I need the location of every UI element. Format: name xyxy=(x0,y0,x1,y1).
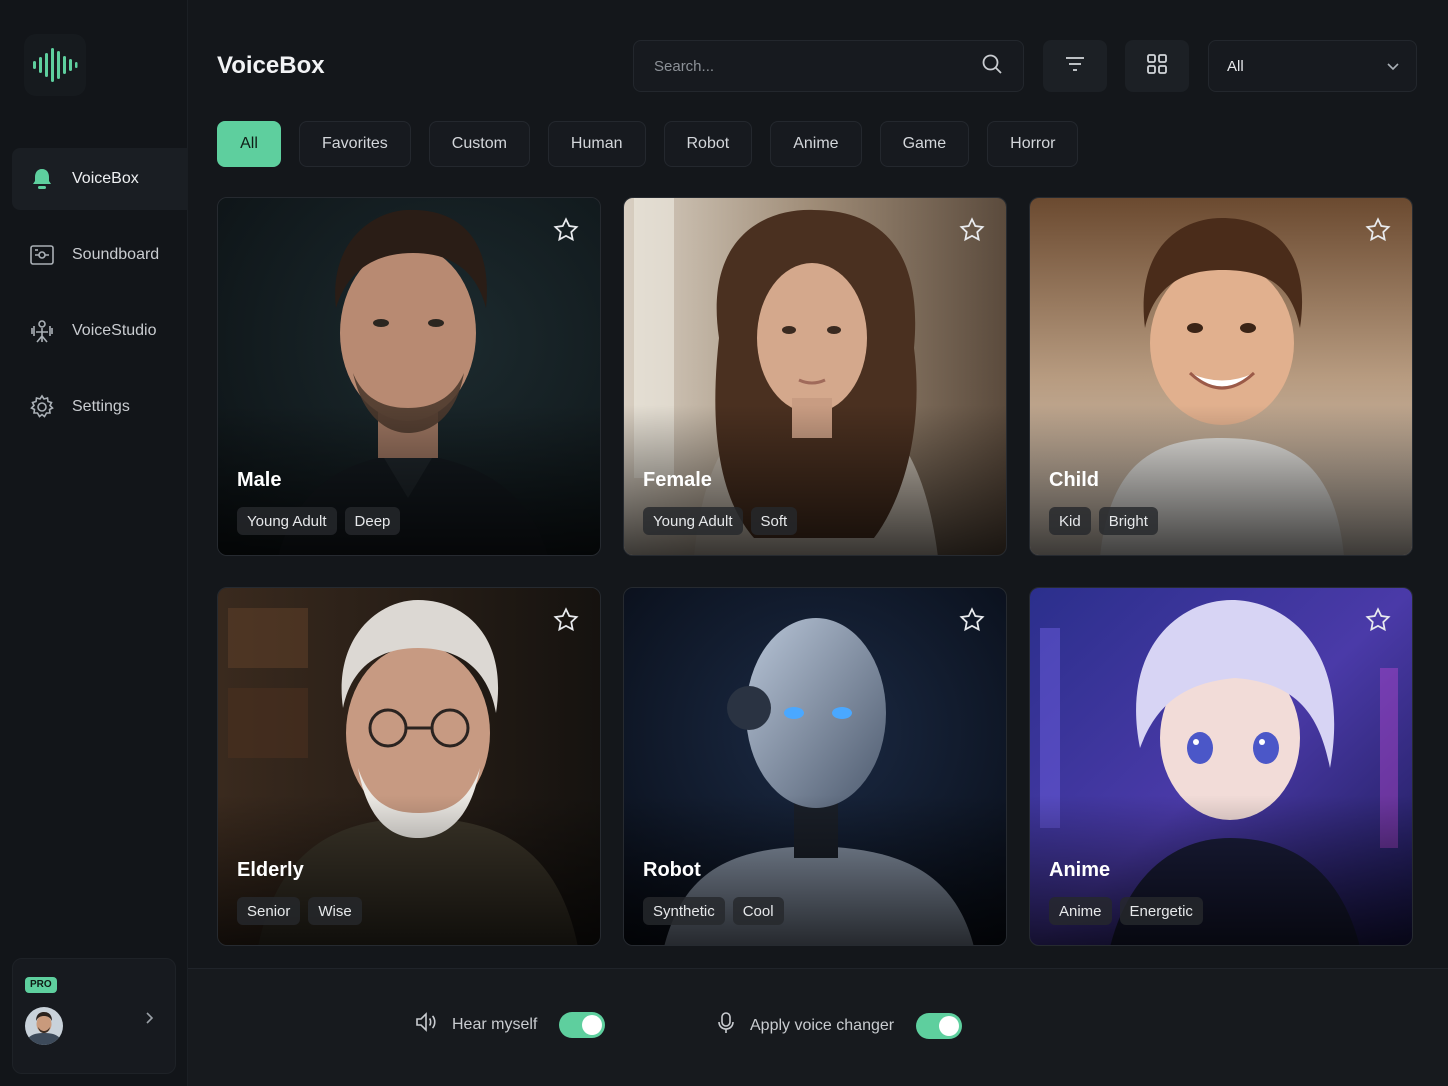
apply-voice-changer-label: Apply voice changer xyxy=(750,1016,895,1034)
chip-anime[interactable]: Anime xyxy=(770,121,862,167)
voice-tags: Senior Wise xyxy=(237,897,362,925)
favorite-star-icon[interactable] xyxy=(1364,606,1392,639)
sidebar-item-settings[interactable]: Settings xyxy=(12,376,188,438)
chip-horror[interactable]: Horror xyxy=(987,121,1079,167)
gear-icon xyxy=(28,393,56,421)
voice-card-female[interactable]: Female Young Adult Soft xyxy=(623,197,1007,556)
sidebar-item-label: Soundboard xyxy=(72,246,160,263)
pro-badge: PRO xyxy=(25,977,57,993)
filter-button[interactable] xyxy=(1043,40,1107,92)
profile-card[interactable]: PRO xyxy=(12,958,176,1074)
chevron-right-icon[interactable] xyxy=(143,1011,155,1030)
sidebar-item-label: Settings xyxy=(72,398,130,415)
voice-tags: Young Adult Soft xyxy=(643,507,798,535)
sidebar-item-voicestudio[interactable]: VoiceStudio xyxy=(12,300,188,362)
filter-chips: All Favorites Custom Human Robot Anime G… xyxy=(217,121,1079,167)
sidebar: VoiceBox Soundboard VoiceStudio Settings… xyxy=(0,0,188,1086)
voice-tag: Senior xyxy=(237,897,301,925)
soundboard-icon xyxy=(28,241,56,269)
app-logo[interactable] xyxy=(24,34,86,96)
search-bar[interactable] xyxy=(633,40,1024,92)
chevron-down-icon xyxy=(1386,58,1400,75)
favorite-star-icon[interactable] xyxy=(958,606,986,639)
favorite-star-icon[interactable] xyxy=(1364,216,1392,249)
voice-tag: Kid xyxy=(1049,507,1091,535)
toggle-knob xyxy=(939,1015,960,1036)
voice-card-anime[interactable]: Anime Anime Energetic xyxy=(1029,587,1413,946)
voice-card-child[interactable]: Child Kid Bright xyxy=(1029,197,1413,556)
voice-tag: Young Adult xyxy=(643,507,743,535)
voice-tags: Young Adult Deep xyxy=(237,507,401,535)
voice-name: Elderly xyxy=(237,859,304,881)
sidebar-item-voicebox[interactable]: VoiceBox xyxy=(12,148,188,210)
grid-icon xyxy=(1146,53,1168,80)
sidebar-item-label: VoiceStudio xyxy=(72,322,157,339)
voice-tag: Soft xyxy=(750,507,798,535)
voice-tag: Bright xyxy=(1098,507,1158,535)
select-value: All xyxy=(1227,57,1244,75)
favorite-star-icon[interactable] xyxy=(958,216,986,249)
chip-game[interactable]: Game xyxy=(879,121,970,167)
voice-tags: Anime Energetic xyxy=(1049,897,1203,925)
voice-name: Child xyxy=(1049,469,1099,491)
hear-myself-label: Hear myself xyxy=(452,1015,538,1033)
voice-tag: Anime xyxy=(1049,897,1112,925)
microphone-icon xyxy=(716,1011,736,1040)
toggle-knob xyxy=(582,1014,603,1035)
voice-card-male[interactable]: Male Young Adult Deep xyxy=(217,197,601,556)
voicebox-bell-icon xyxy=(28,165,56,193)
avatar[interactable] xyxy=(25,1007,63,1045)
voice-tag: Cool xyxy=(732,897,784,925)
voice-tag: Wise xyxy=(308,897,362,925)
speaker-icon xyxy=(414,1011,438,1038)
grid-view-button[interactable] xyxy=(1125,40,1189,92)
voice-tag: Synthetic xyxy=(643,897,725,925)
footer-bar: Hear myself Apply voice changer xyxy=(188,968,1448,1086)
chip-custom[interactable]: Custom xyxy=(428,121,530,167)
voice-tag: Young Adult xyxy=(237,507,337,535)
voice-card-elderly[interactable]: Elderly Senior Wise xyxy=(217,587,601,946)
chip-favorites[interactable]: Favorites xyxy=(299,121,411,167)
voice-tag: Deep xyxy=(344,507,401,535)
voice-name: Robot xyxy=(643,859,701,881)
sidebar-item-label: VoiceBox xyxy=(72,170,139,187)
apply-voice-changer-toggle[interactable] xyxy=(916,1012,963,1039)
hear-myself-toggle[interactable] xyxy=(559,1011,606,1038)
page-title: VoiceBox xyxy=(217,52,325,79)
favorite-star-icon[interactable] xyxy=(552,606,580,639)
chip-robot[interactable]: Robot xyxy=(663,121,753,167)
search-input[interactable] xyxy=(654,57,981,75)
voice-name: Female xyxy=(643,469,712,491)
voice-card-robot[interactable]: Robot Synthetic Cool xyxy=(623,587,1007,946)
hear-myself-control: Hear myself xyxy=(414,1011,606,1038)
voice-tags: Kid Bright xyxy=(1049,507,1158,535)
apply-voice-changer-control: Apply voice changer xyxy=(716,1011,963,1040)
search-icon[interactable] xyxy=(981,53,1003,80)
voice-studio-icon xyxy=(28,317,56,345)
voice-name: Anime xyxy=(1049,859,1111,881)
chip-human[interactable]: Human xyxy=(547,121,646,167)
category-select[interactable]: All xyxy=(1208,40,1417,92)
sidebar-item-soundboard[interactable]: Soundboard xyxy=(12,224,188,286)
favorite-star-icon[interactable] xyxy=(552,216,580,249)
waveform-logo-icon xyxy=(33,48,78,82)
chip-all[interactable]: All xyxy=(217,121,281,167)
filter-icon xyxy=(1064,55,1086,78)
voice-name: Male xyxy=(237,469,282,491)
voice-tag: Energetic xyxy=(1119,897,1203,925)
voice-tags: Synthetic Cool xyxy=(643,897,784,925)
